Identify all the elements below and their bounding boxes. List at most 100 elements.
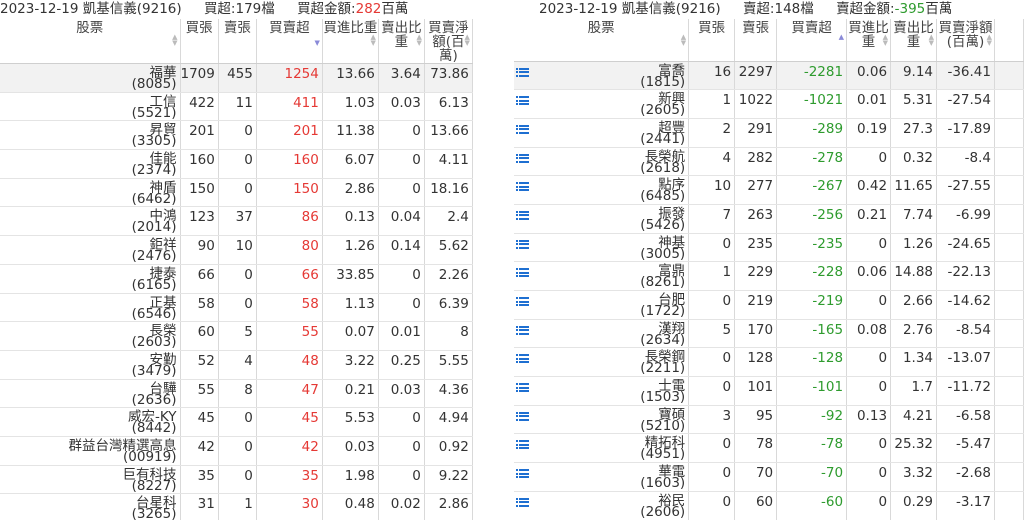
table-row[interactable]: 工信 (5521) 422 11 411 1.03 0.03 6.13 (0, 92, 473, 122)
stock-cell[interactable]: 捷泰 (6165) (0, 264, 181, 294)
header-sell-ratio[interactable]: 賣出比重 ▲ ▼ (378, 19, 425, 64)
header-sell-ratio[interactable]: 賣出比重 ▲ ▼ (890, 19, 938, 62)
table-row[interactable]: 富喬 (1815) 16 2297 -2281 0.06 9.14 -36.41 (514, 61, 1024, 91)
header-net-amount[interactable]: 買賣淨額(百萬) ▲ ▼ (936, 19, 995, 62)
table-row[interactable]: 巨有科技 (8227) 35 0 35 1.98 0 9.22 (0, 465, 473, 495)
table-row[interactable]: 長榮 (2603) 60 5 55 0.07 0.01 8 (0, 321, 473, 351)
table-row[interactable]: 裕民 (2606) 0 60 -60 0 0.29 -3.17 (514, 491, 1024, 520)
stock-cell[interactable]: 長榮航 (2618) (514, 147, 690, 177)
list-icon[interactable] (516, 239, 529, 251)
stock-cell[interactable]: 超豐 (2441) (514, 118, 690, 148)
stock-cell[interactable]: 富鼎 (8261) (514, 261, 690, 291)
list-icon[interactable] (516, 210, 529, 222)
list-icon[interactable] (516, 325, 529, 337)
stock-cell[interactable]: 鉅祥 (2476) (0, 235, 181, 265)
table-row[interactable]: 中鴻 (2014) 123 37 86 0.13 0.04 2.4 (0, 206, 473, 237)
list-icon[interactable] (516, 182, 529, 193)
table-row[interactable]: 超豐 (2441) 2 291 -289 0.19 27.3 -17.89 (514, 118, 1024, 148)
table-row[interactable]: 華電 (1603) 0 70 -70 0 3.32 -2.68 (514, 462, 1024, 492)
table-row[interactable]: 鉅祥 (2476) 90 10 80 1.26 0.14 5.62 (0, 235, 473, 265)
stock-cell[interactable]: 華電 (1603) (514, 462, 690, 492)
net-amount-cell: 4.11 (424, 149, 473, 179)
table-row[interactable]: 寶碩 (5210) 3 95 -92 0.13 4.21 -6.58 (514, 405, 1024, 435)
spacer-cell (994, 61, 1024, 91)
list-icon[interactable] (516, 440, 529, 451)
stock-cell[interactable]: 點序 (6485) (514, 175, 690, 205)
header-spacer (994, 19, 1024, 62)
table-row[interactable]: 神基 (3005) 0 235 -235 0 1.26 -24.65 (514, 233, 1024, 263)
table-row[interactable]: 佳能 (2374) 160 0 160 6.07 0 4.11 (0, 149, 473, 179)
list-icon[interactable] (516, 153, 529, 165)
stock-cell[interactable]: 台驊 (2636) (0, 379, 181, 409)
table-row[interactable]: 威宏-KY (8442) 45 0 45 5.53 0 4.94 (0, 407, 473, 437)
stock-cell[interactable]: 長榮鋼 (2211) (514, 347, 690, 378)
header-net[interactable]: 買賣超 ▼ (256, 19, 323, 64)
list-icon[interactable] (516, 411, 529, 423)
stock-cell[interactable]: 士電 (1503) (514, 376, 690, 406)
stock-cell[interactable]: 中鴻 (2014) (0, 206, 181, 237)
list-icon[interactable] (516, 67, 529, 79)
table-row[interactable]: 福華 (8085) 1709 455 1254 13.66 3.64 73.86 (0, 63, 473, 93)
table-row[interactable]: 捷泰 (6165) 66 0 66 33.85 0 2.26 (0, 264, 473, 294)
header-buy-ratio[interactable]: 買進比重 ▲ ▼ (322, 19, 379, 64)
header-buy[interactable]: 買張 (180, 19, 219, 64)
stock-cell[interactable]: 神基 (3005) (514, 233, 690, 263)
stock-cell[interactable]: 精拓科 (4951) (514, 433, 690, 464)
table-row[interactable]: 振發 (5426) 7 263 -256 0.21 7.74 -6.99 (514, 204, 1024, 234)
header-buy-ratio[interactable]: 買進比重 ▲ ▼ (846, 19, 892, 62)
table-row[interactable]: 群益台灣精選高息 (00919) 42 0 42 0.03 0 0.92 (0, 436, 473, 466)
stock-cell[interactable]: 威宏-KY (8442) (0, 407, 181, 437)
list-icon[interactable] (516, 469, 529, 480)
stock-cell[interactable]: 安勤 (3479) (0, 350, 181, 380)
list-icon[interactable] (516, 268, 529, 279)
table-row[interactable]: 新興 (2605) 1 1022 -1021 0.01 5.31 -27.54 (514, 89, 1024, 119)
list-icon[interactable] (516, 354, 529, 365)
stock-cell[interactable]: 巨有科技 (8227) (0, 465, 181, 495)
stock-cell[interactable]: 正基 (6546) (0, 293, 181, 323)
table-row[interactable]: 精拓科 (4951) 0 78 -78 0 25.32 -5.47 (514, 433, 1024, 464)
list-icon[interactable] (516, 497, 529, 509)
stock-cell[interactable]: 長榮 (2603) (0, 321, 181, 351)
stock-cell[interactable]: 昇貿 (3305) (0, 120, 181, 151)
stock-cell[interactable]: 振發 (5426) (514, 204, 690, 234)
header-stock[interactable]: 股票 ▲ ▼ (514, 19, 690, 62)
stock-cell[interactable]: 漢翔 (2634) (514, 319, 690, 349)
table-row[interactable]: 長榮航 (2618) 4 282 -278 0 0.32 -8.4 (514, 147, 1024, 177)
list-icon[interactable] (516, 383, 529, 394)
table-row[interactable]: 長榮鋼 (2211) 0 128 -128 0 1.34 -13.07 (514, 347, 1024, 378)
buy-ratio-cell: 0.01 (846, 89, 892, 119)
table-row[interactable]: 台肥 (1722) 0 219 -219 0 2.66 -14.62 (514, 290, 1024, 320)
table-row[interactable]: 台星科 (3265) 31 1 30 0.48 0.02 2.86 (0, 493, 473, 520)
stock-cell[interactable]: 佳能 (2374) (0, 149, 181, 179)
stock-cell[interactable]: 台肥 (1722) (514, 290, 690, 320)
table-row[interactable]: 點序 (6485) 10 277 -267 0.42 11.65 -27.55 (514, 175, 1024, 205)
stock-cell[interactable]: 台星科 (3265) (0, 493, 181, 520)
header-net-amount[interactable]: 買賣淨額(百萬) ▲ ▼ (424, 19, 473, 64)
stock-cell[interactable]: 福華 (8085) (0, 63, 181, 93)
table-row[interactable]: 正基 (6546) 58 0 58 1.13 0 6.39 (0, 293, 473, 323)
table-row[interactable]: 安勤 (3479) 52 4 48 3.22 0.25 5.55 (0, 350, 473, 380)
header-buy[interactable]: 買張 (688, 19, 736, 62)
stock-cell[interactable]: 工信 (5521) (0, 92, 181, 122)
list-icon[interactable] (516, 124, 529, 136)
list-icon[interactable] (516, 297, 529, 308)
table-row[interactable]: 昇貿 (3305) 201 0 201 11.38 0 13.66 (0, 120, 473, 151)
table-row[interactable]: 台驊 (2636) 55 8 47 0.21 0.03 4.36 (0, 379, 473, 409)
header-stock[interactable]: 股票 ▲ ▼ (0, 19, 181, 64)
stock-cell[interactable]: 裕民 (2606) (514, 491, 690, 520)
table-row[interactable]: 漢翔 (2634) 5 170 -165 0.08 2.76 -8.54 (514, 319, 1024, 349)
list-icon[interactable] (516, 96, 529, 107)
table-row[interactable]: 士電 (1503) 0 101 -101 0 1.7 -11.72 (514, 376, 1024, 406)
table-row[interactable]: 神盾 (6462) 150 0 150 2.86 0 18.16 (0, 178, 473, 208)
stock-cell[interactable]: 富喬 (1815) (514, 61, 690, 91)
stock-cell[interactable]: 新興 (2605) (514, 89, 690, 119)
header-sell[interactable]: 賣張 (218, 19, 257, 64)
stock-cell[interactable]: 寶碩 (5210) (514, 405, 690, 435)
header-sell[interactable]: 賣張 (734, 19, 778, 62)
header-net[interactable]: 買賣超 ▲ (776, 19, 848, 62)
buy-lots-cell: 0 (688, 376, 736, 406)
stock-cell[interactable]: 群益台灣精選高息 (00919) (0, 436, 181, 466)
stock-cell[interactable]: 神盾 (6462) (0, 178, 181, 208)
buy-lots-cell: 0 (688, 347, 736, 378)
table-row[interactable]: 富鼎 (8261) 1 229 -228 0.06 14.88 -22.13 (514, 261, 1024, 291)
